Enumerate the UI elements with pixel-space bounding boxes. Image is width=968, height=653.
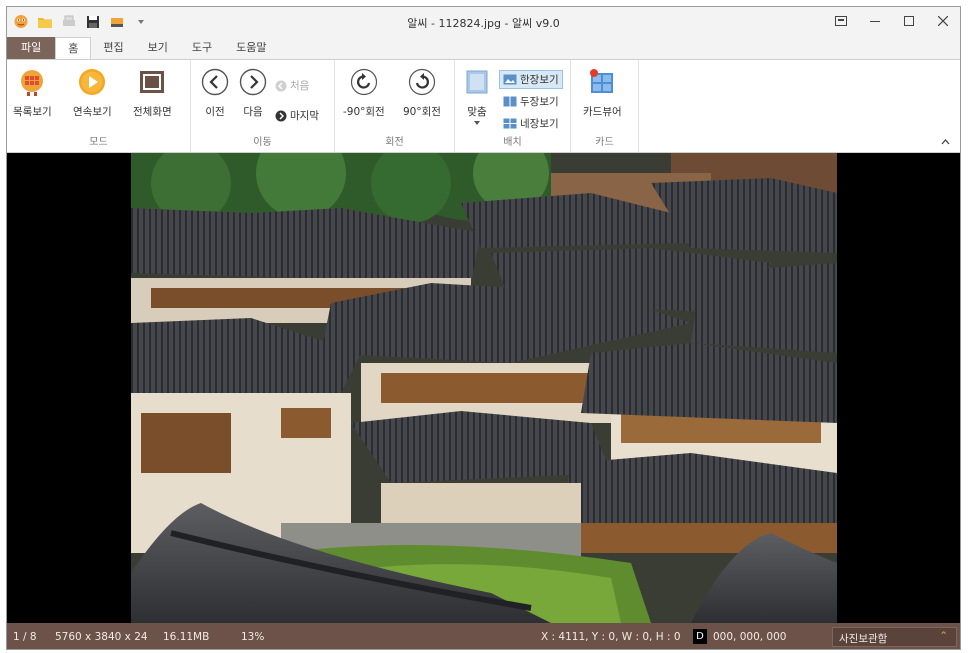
prev-button[interactable]: 이전 [199,66,231,119]
color-value: 000, 000, 000 [713,631,787,643]
image-index: 1 / 8 [13,631,37,643]
single-view-button[interactable]: 한장보기 [499,70,563,89]
list-view-button[interactable]: 목록보기 [13,66,52,119]
group-card: 카드뷰어 카드 [571,60,639,152]
restore-icon[interactable] [824,7,858,35]
rotate-ccw-button[interactable]: -90°회전 [343,66,385,119]
maximize-icon[interactable] [892,7,926,35]
minimize-icon[interactable] [858,7,892,35]
zoom-level[interactable]: 13% [241,631,264,643]
ribbon: 목록보기 연속보기 전체화면 모드 이전 다음 처음 마지막 이동 -90°회전… [7,59,960,153]
tab-edit[interactable]: 편집 [91,37,135,59]
ribbon-tabs: 파일 홈 편집 보기 도구 도움말 [7,37,960,60]
last-page-icon [275,110,287,121]
group-label-move: 이동 [253,137,272,148]
rotate-cw-button[interactable]: 90°회전 [403,66,441,119]
double-view-button[interactable]: 두장보기 [503,94,559,109]
tab-help[interactable]: 도움말 [224,37,278,59]
list-view-icon [16,66,48,98]
status-bar: 1 / 8 5760 x 3840 x 24 16.11MB 13% X : 4… [7,623,960,649]
tab-file[interactable]: 파일 [7,37,56,59]
cursor-coords: X : 4111, Y : 0, W : 0, H : 0 [541,631,681,643]
play-icon [76,66,108,98]
tab-tools[interactable]: 도구 [180,37,224,59]
group-rotate: -90°회전 90°회전 회전 [335,60,455,152]
group-label-layout: 배치 [503,137,522,148]
fullscreen-icon [136,66,168,98]
first-button[interactable]: 처음 [275,78,309,93]
fullscreen-button[interactable]: 전체화면 [133,66,172,119]
fit-icon [461,66,493,98]
group-label-mode: 모드 [89,137,108,148]
chevron-up-icon: ⌃ [939,630,948,642]
tab-home[interactable]: 홈 [55,37,92,60]
file-size: 16.11MB [163,631,210,643]
photo-album-button[interactable]: 사진보관함 ⌃ [832,627,957,647]
first-page-icon [275,80,287,91]
app-window: 알씨 - 112824.jpg - 알씨 v9.0 파일 홈 편집 보기 도구 … [6,6,961,650]
photo-album-label: 사진보관함 [839,633,888,645]
next-button[interactable]: 다음 [237,66,269,119]
chevron-right-icon [237,66,269,98]
group-label-card: 카드 [595,137,614,148]
rotate-left-icon [348,66,380,98]
double-view-icon [503,96,517,107]
close-icon[interactable] [926,7,960,35]
card-viewer-button[interactable]: 카드뷰어 [583,66,622,119]
collapse-ribbon-icon[interactable] [941,137,950,148]
tab-view[interactable]: 보기 [136,37,180,59]
group-layout: 맞춤 한장보기 두장보기 네장보기 배치 [455,60,571,152]
chevron-left-icon [199,66,231,98]
group-move: 이전 다음 처음 마지막 이동 [191,60,335,152]
rotate-right-icon [406,66,438,98]
window-controls [824,7,960,35]
image-dimensions: 5760 x 3840 x 24 [55,631,148,643]
fit-dropdown-icon[interactable] [474,121,480,125]
window-title: 알씨 - 112824.jpg - 알씨 v9.0 [407,17,560,30]
title-bar: 알씨 - 112824.jpg - 알씨 v9.0 [7,7,960,37]
d-indicator: D [693,629,707,644]
fit-button[interactable]: 맞춤 [461,66,493,125]
quad-view-icon [503,118,517,129]
card-viewer-icon [586,66,618,98]
hanok-photo [131,153,837,623]
last-button[interactable]: 마지막 [275,108,319,123]
group-mode: 목록보기 연속보기 전체화면 모드 [7,60,191,152]
image-viewer[interactable] [7,153,960,623]
group-label-rotate: 회전 [385,137,404,148]
quad-view-button[interactable]: 네장보기 [503,116,559,131]
slideshow-button[interactable]: 연속보기 [73,66,112,119]
single-view-icon [503,74,517,85]
